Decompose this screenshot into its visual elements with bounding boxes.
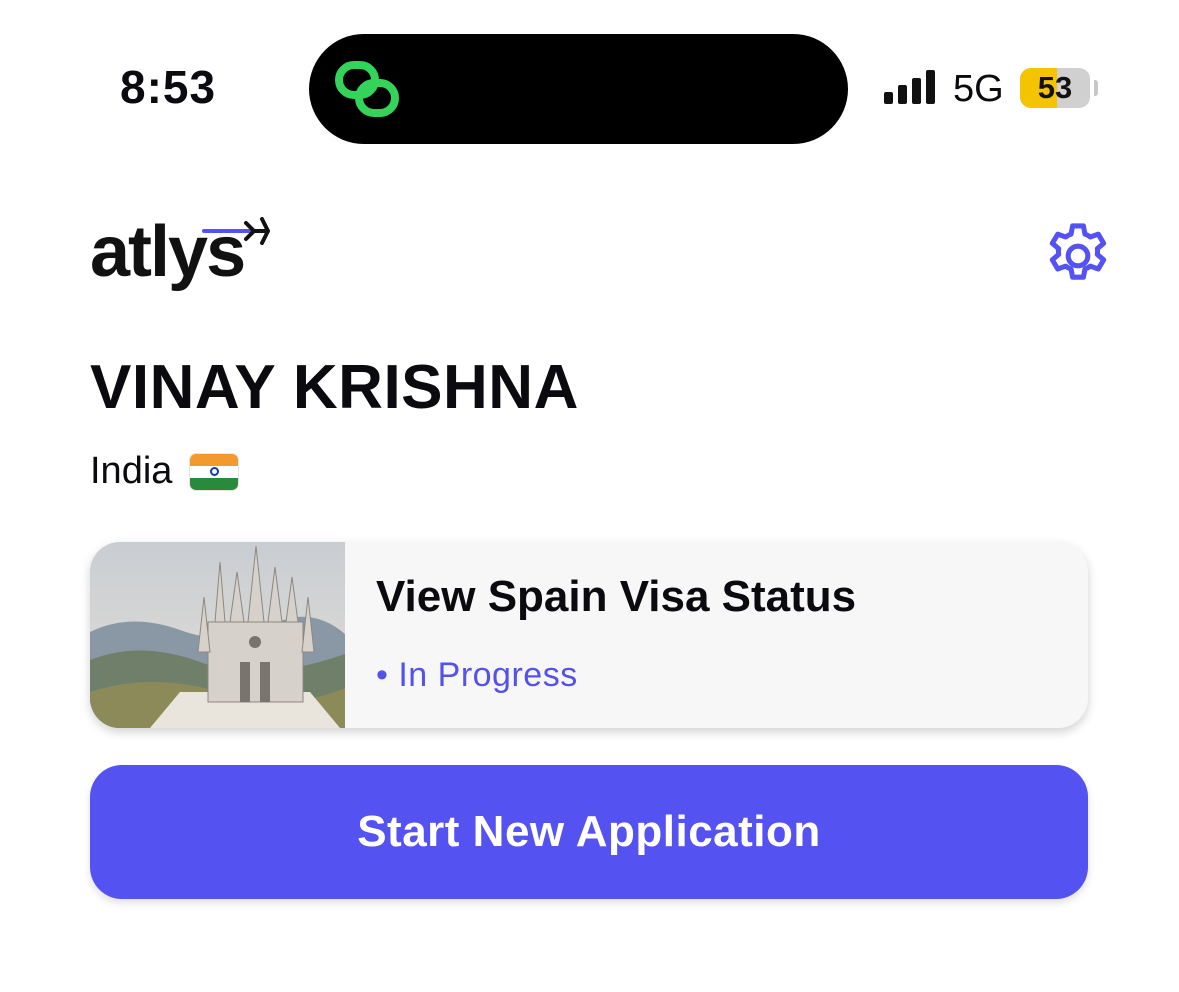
start-new-application-button[interactable]: Start New Application <box>90 765 1088 899</box>
dynamic-island[interactable] <box>309 34 848 144</box>
cellular-signal-icon <box>884 70 935 104</box>
gear-icon[interactable] <box>1040 218 1116 294</box>
battery-tip <box>1094 80 1098 96</box>
airplane-icon <box>202 217 270 245</box>
status-time: 8:53 <box>120 61 217 113</box>
visa-card-title: View Spain Visa Status <box>376 572 857 621</box>
spain-visa-card[interactable]: View Spain Visa Status • In Progress <box>90 542 1088 728</box>
user-name: VINAY KRISHNA <box>90 353 579 422</box>
battery-percent: 53 <box>1037 70 1073 105</box>
india-flag-icon <box>190 453 239 490</box>
country-row: India <box>90 450 239 493</box>
atlys-logo: atlys <box>88 205 273 300</box>
visa-status-badge: • In Progress <box>376 656 578 694</box>
link-chain-icon <box>335 61 399 117</box>
country-name: India <box>90 450 173 492</box>
network-type: 5G <box>953 68 1004 110</box>
spain-church-image <box>90 542 345 728</box>
battery-icon: 53 <box>1020 68 1090 108</box>
